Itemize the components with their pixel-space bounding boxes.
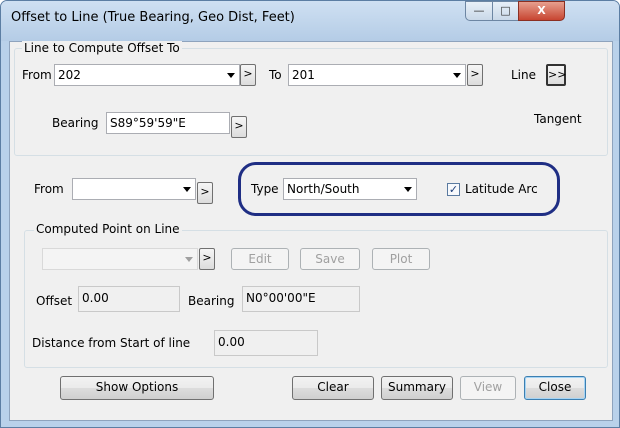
distance-value: 0.00 (218, 335, 245, 349)
chevron-down-icon (453, 73, 461, 78)
type-label: Type (251, 182, 279, 196)
from-label: From (22, 68, 52, 82)
computed-pick-button[interactable]: > (199, 248, 215, 270)
chevron-down-icon (227, 73, 235, 78)
clear-button[interactable]: Clear (292, 376, 374, 400)
dialog-client-area: Line to Compute Offset To From 202 > To … (9, 41, 613, 421)
line-group-legend: Line to Compute Offset To (22, 41, 182, 55)
minimize-button[interactable]: — (465, 1, 493, 21)
bearing-value: S89°59'59"E (110, 116, 186, 130)
summary-button[interactable]: Summary (381, 376, 453, 400)
show-options-button[interactable]: Show Options (60, 376, 214, 400)
computed-point-combo[interactable] (42, 248, 198, 270)
bearing-label: Bearing (52, 116, 99, 130)
latitude-arc-checkbox[interactable]: ✓ (447, 183, 460, 196)
to-pick-button[interactable]: > (467, 64, 483, 86)
view-button[interactable]: View (460, 376, 516, 400)
bearing-field[interactable]: S89°59'59"E (106, 112, 230, 134)
offset-value: 0.00 (82, 291, 109, 305)
distance-field: 0.00 (214, 330, 318, 356)
from-point-combo[interactable]: 202 (54, 64, 240, 86)
offset-field: 0.00 (78, 286, 180, 312)
line-pick-button[interactable]: >> (546, 64, 566, 86)
offset-label: Offset (36, 294, 73, 308)
save-button[interactable]: Save (300, 248, 360, 270)
from-pick-button[interactable]: > (240, 64, 256, 86)
to-point-combo[interactable]: 201 (288, 64, 466, 86)
computed-bearing-value: N0°00'00"E (246, 291, 316, 305)
computed-bearing-field: N0°00'00"E (242, 286, 360, 312)
distance-label: Distance from Start of line (32, 336, 191, 350)
computed-bearing-label: Bearing (188, 294, 235, 308)
plot-button[interactable]: Plot (372, 248, 430, 270)
chevron-down-icon (404, 187, 412, 192)
bearing-pick-button[interactable]: > (231, 116, 247, 138)
offset-from-combo[interactable] (72, 178, 196, 200)
latitude-arc-label: Latitude Arc (465, 182, 538, 196)
title-bar[interactable]: Offset to Line (True Bearing, Geo Dist, … (1, 1, 619, 41)
tangent-label: Tangent (534, 112, 582, 126)
type-combo[interactable]: North/South (283, 178, 417, 200)
close-button[interactable]: Close (524, 376, 586, 400)
offset-from-pick-button[interactable]: > (197, 182, 213, 204)
maximize-button[interactable]: □ (492, 1, 519, 21)
offset-from-label: From (34, 182, 64, 196)
chevron-down-icon (183, 187, 191, 192)
from-point-value: 202 (58, 68, 81, 82)
computed-group-legend: Computed Point on Line (34, 222, 182, 236)
close-window-button[interactable]: X (518, 1, 565, 21)
to-label: To (269, 68, 282, 82)
window-title: Offset to Line (True Bearing, Geo Dist, … (11, 10, 295, 25)
edit-button[interactable]: Edit (231, 248, 289, 270)
chevron-down-icon (185, 257, 193, 262)
line-label: Line (511, 68, 537, 82)
type-value: North/South (287, 182, 360, 196)
to-point-value: 201 (292, 68, 315, 82)
dialog-window: Offset to Line (True Bearing, Geo Dist, … (0, 0, 620, 428)
